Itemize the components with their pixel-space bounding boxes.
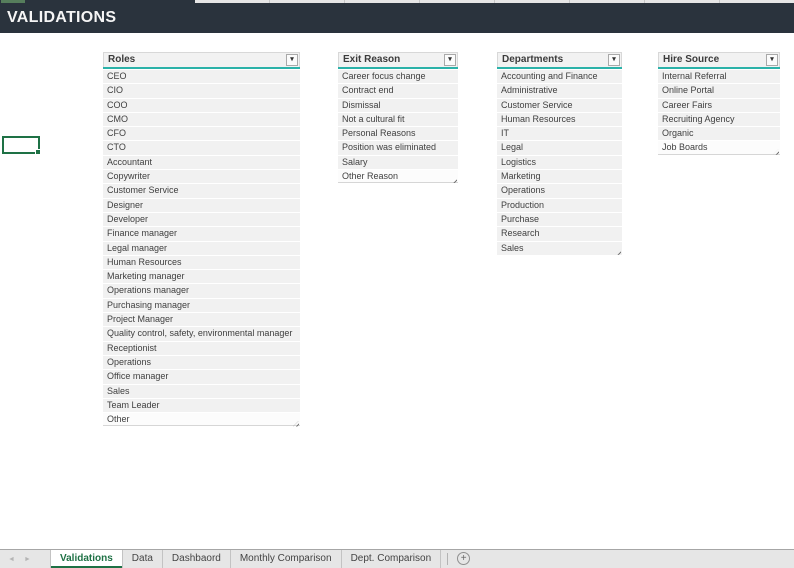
list-item[interactable]: Sales [103,384,300,398]
list-item[interactable]: Accountant [103,155,300,170]
list-item[interactable]: Personal Reasons [338,127,458,141]
page-title: VALIDATIONS [7,9,117,26]
list-item[interactable]: Human Resources [103,255,300,270]
list-item[interactable]: Internal Referral [658,70,780,84]
list-item[interactable]: Quality control, safety, environmental m… [103,327,300,341]
list-item[interactable]: Customer Service [497,98,622,112]
list-item[interactable]: IT [497,127,622,141]
list-item[interactable]: Legal [497,141,622,155]
dropdown-arrow-icon[interactable]: ▾ [766,54,778,66]
teal-underline [497,67,622,69]
validation-list-exit-reason: Exit Reason ▾ Career focus change Contrac… [338,52,458,184]
list-item[interactable]: Human Resources [497,112,622,127]
validation-list-hire-source: Hire Source ▾ Internal Referral Online Po… [658,52,780,156]
list-item[interactable]: Administrative [497,84,622,98]
list-item[interactable]: Logistics [497,155,622,170]
list-item[interactable]: CFO [103,127,300,141]
list-body: Internal Referral Online Portal Career Fai… [658,70,780,155]
new-sheet-button[interactable]: + [457,552,471,565]
list-item[interactable]: Operations [103,355,300,370]
list-header-label: Hire Source [663,54,720,65]
list-header-label: Departments [502,54,564,65]
sheet-tab-dept-comparison[interactable]: Dept. Comparison [342,550,442,568]
teal-underline [338,67,458,69]
list-header: Exit Reason ▾ [338,52,458,67]
sheet-tab-dashbaord[interactable]: Dashbaord [163,550,231,568]
teal-underline [658,67,780,69]
sheet-tabs: Validations Data Dashbaord Monthly Comparis… [50,550,442,568]
list-item[interactable]: Production [497,198,622,212]
list-item[interactable]: Dismissal [338,98,458,112]
sheet-tab-monthly-comparison[interactable]: Monthly Comparison [231,550,342,568]
list-item[interactable]: Marketing [497,170,622,184]
validation-list-departments: Departments ▾ Accounting and Finance Admi… [497,52,622,256]
teal-underline [103,67,300,69]
list-item[interactable]: Research [497,227,622,241]
list-item[interactable]: Career focus change [338,70,458,84]
list-item[interactable]: Customer Service [103,184,300,198]
list-item[interactable]: Contract end [338,84,458,98]
fill-handle[interactable] [35,149,41,155]
dropdown-arrow-icon[interactable]: ▾ [444,54,456,66]
list-item[interactable]: Legal manager [103,241,300,255]
validation-list-roles: Roles ▾ CEO CIO COO CMO CFO CTO Accountant Copy… [103,52,300,427]
list-header: Departments ▾ [497,52,622,67]
sheet-tab-validations[interactable]: Validations [50,550,123,568]
tab-divider [447,553,449,565]
list-item[interactable]: Purchase [497,212,622,227]
list-body: Accounting and Finance Administrative Cust… [497,70,622,255]
list-item[interactable]: Project Manager [103,313,300,327]
list-item[interactable]: Operations manager [103,284,300,298]
list-item[interactable]: Receptionist [103,341,300,355]
sheet-tab-bar: ◄ ► Validations Data Dashbaord Monthly Comp… [0,549,794,568]
list-header: Roles ▾ [103,52,300,67]
list-item[interactable]: Other Reason [338,170,458,184]
list-item[interactable]: Copywriter [103,170,300,184]
list-item[interactable]: Designer [103,198,300,212]
sheet-tab-data[interactable]: Data [123,550,163,568]
tab-scroll-controls: ◄ ► [0,550,50,568]
list-item[interactable]: Marketing manager [103,270,300,284]
dropdown-arrow-icon[interactable]: ▾ [608,54,620,66]
list-item[interactable]: Salary [338,155,458,170]
active-cell-selection[interactable] [2,136,41,155]
tab-scroll-left-icon[interactable]: ◄ [8,556,15,563]
list-body: CEO CIO COO CMO CFO CTO Accountant Copywriter Cu… [103,70,300,427]
list-item[interactable]: CIO [103,84,300,98]
list-item[interactable]: CTO [103,141,300,155]
list-body: Career focus change Contract end Dismissal… [338,70,458,184]
list-item[interactable]: COO [103,98,300,112]
list-item[interactable]: Accounting and Finance [497,70,622,84]
list-header-label: Roles [108,54,136,65]
list-header-label: Exit Reason [343,54,401,65]
list-item[interactable]: Finance manager [103,227,300,241]
list-item[interactable]: CEO [103,70,300,84]
list-item[interactable]: Not a cultural fit [338,112,458,127]
spreadsheet-view: VALIDATIONS Roles ▾ CEO CIO COO CMO CFO CTO Ac… [0,0,794,568]
list-item[interactable]: Online Portal [658,84,780,98]
list-item[interactable]: Operations [497,184,622,198]
tab-scroll-right-icon[interactable]: ► [24,556,31,563]
dropdown-arrow-icon[interactable]: ▾ [286,54,298,66]
list-item[interactable]: CMO [103,112,300,127]
list-item[interactable]: Job Boards [658,141,780,155]
list-item[interactable]: Career Fairs [658,98,780,112]
list-item[interactable]: Developer [103,212,300,227]
list-header: Hire Source ▾ [658,52,780,67]
list-item[interactable]: Team Leader [103,398,300,413]
list-item[interactable]: Organic [658,127,780,141]
list-item[interactable]: Other [103,413,300,427]
list-item[interactable]: Purchasing manager [103,298,300,313]
title-banner: VALIDATIONS [0,3,794,33]
list-item[interactable]: Office manager [103,370,300,384]
list-item[interactable]: Recruiting Agency [658,112,780,127]
list-item[interactable]: Position was eliminated [338,141,458,155]
list-item[interactable]: Sales [497,241,622,255]
